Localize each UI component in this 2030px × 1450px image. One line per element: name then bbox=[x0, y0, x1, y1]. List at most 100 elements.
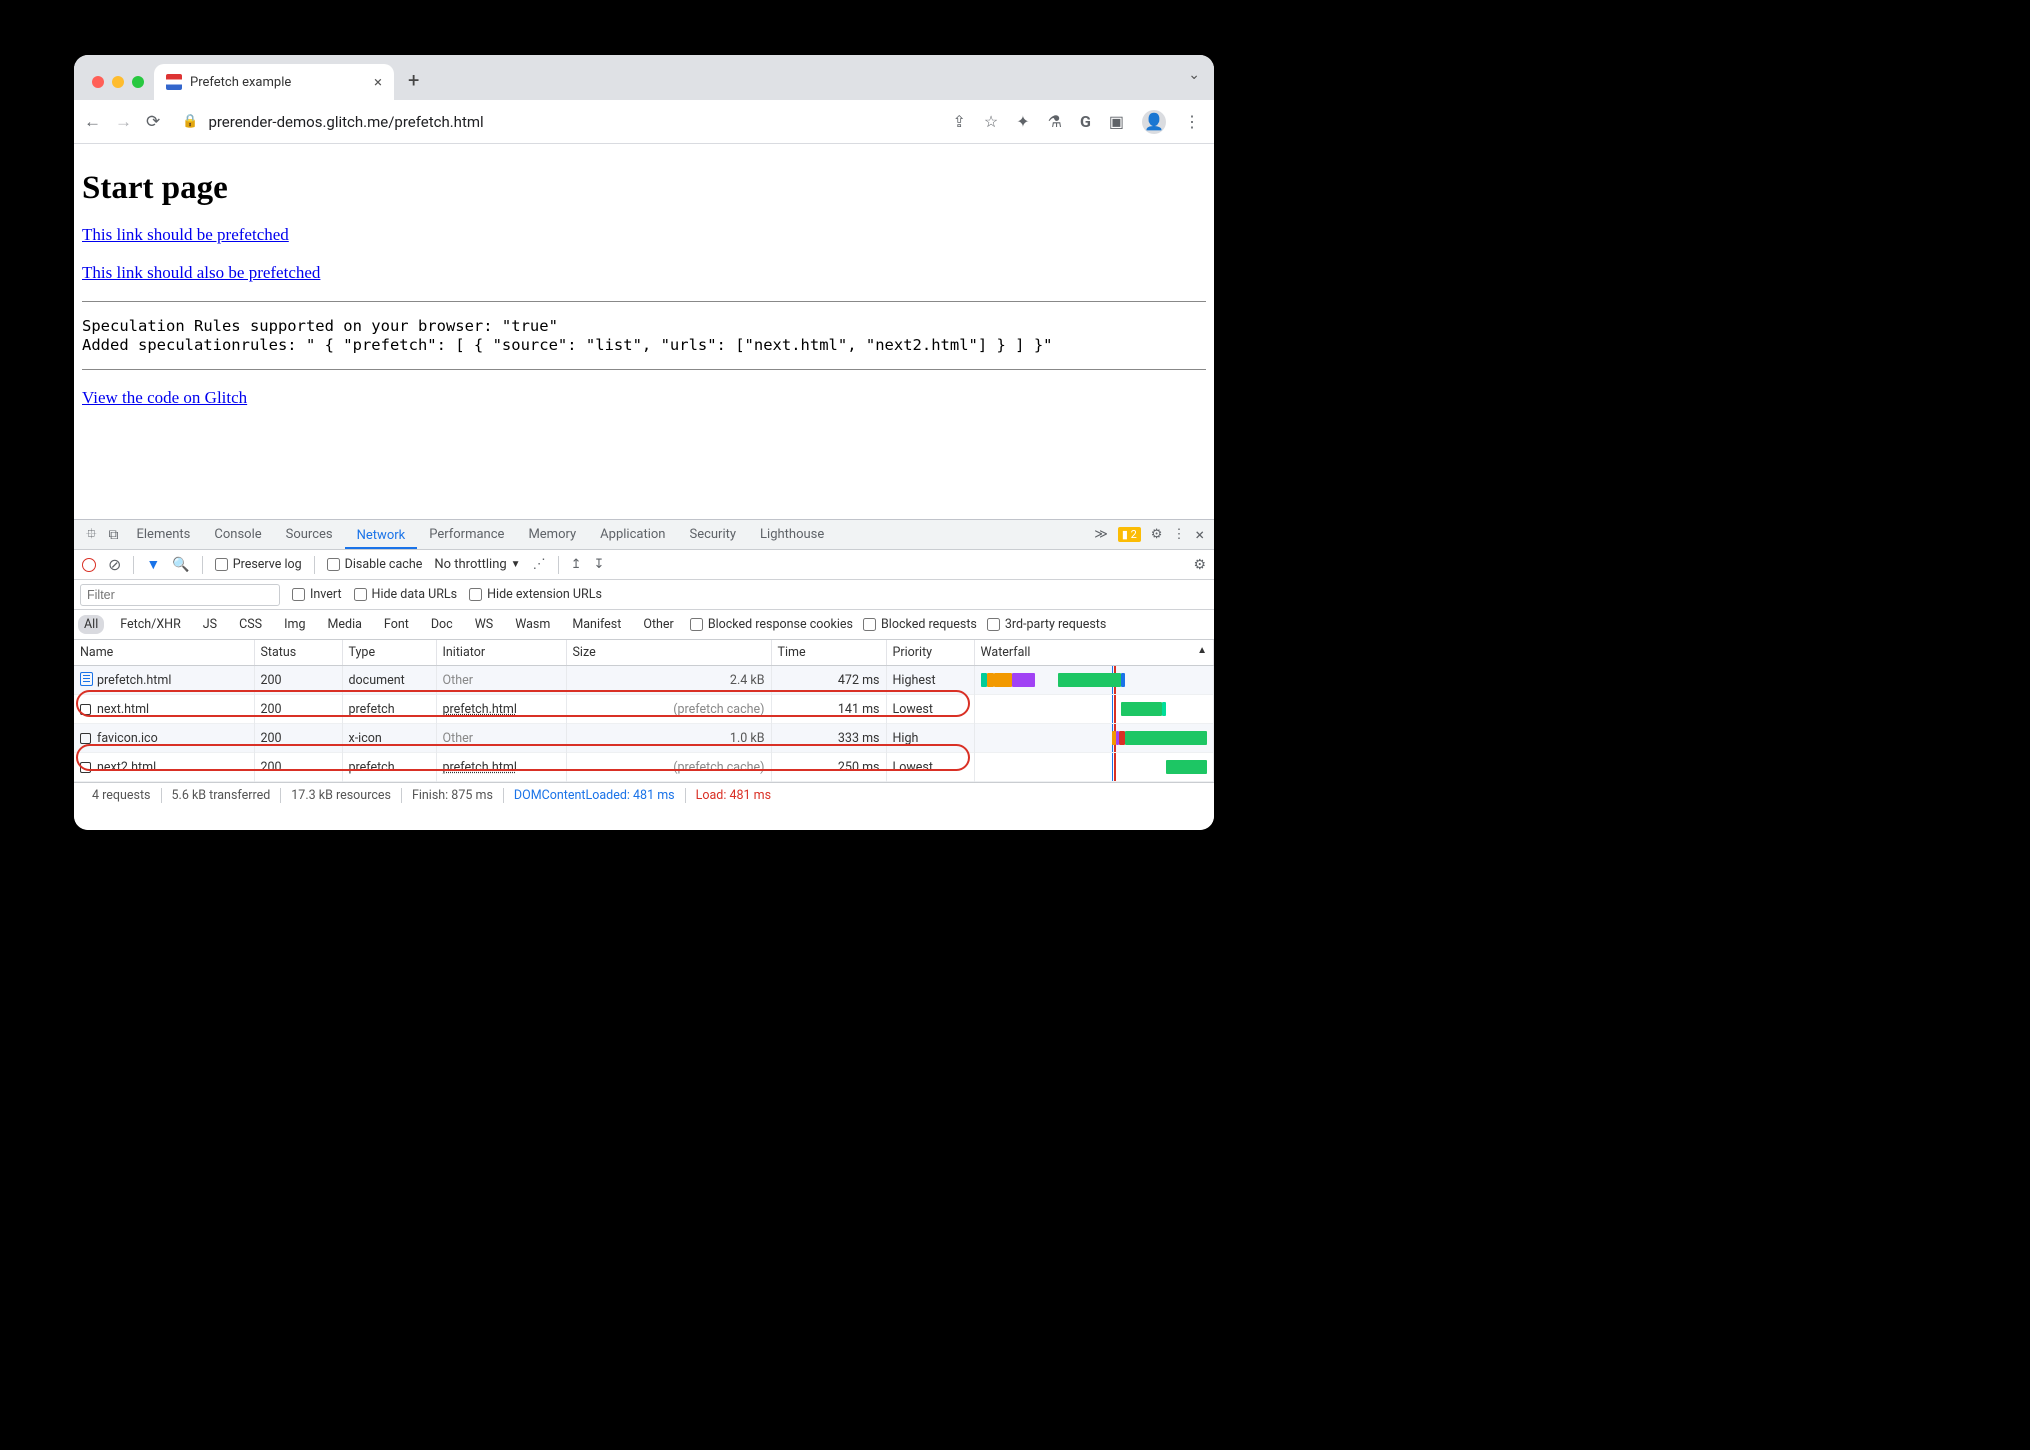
network-status-bar: 4 requests 5.6 kB transferred 17.3 kB re… bbox=[74, 782, 1214, 808]
table-row[interactable]: next2.html200prefetchprefetch.html(prefe… bbox=[74, 753, 1214, 782]
reload-button[interactable]: ⟳ bbox=[146, 112, 160, 132]
resource-type-filters: All Fetch/XHR JS CSS Img Media Font Doc … bbox=[74, 610, 1214, 640]
profile-avatar[interactable]: 👤 bbox=[1142, 110, 1166, 134]
hide-ext-urls-checkbox[interactable]: Hide extension URLs bbox=[469, 587, 602, 602]
sidepanel-icon[interactable]: ▣ bbox=[1109, 112, 1124, 131]
google-icon[interactable]: G bbox=[1080, 112, 1091, 131]
type-other[interactable]: Other bbox=[637, 615, 679, 634]
col-size[interactable]: Size bbox=[566, 640, 771, 666]
table-row[interactable]: next.html200prefetchprefetch.html(prefet… bbox=[74, 695, 1214, 724]
divider bbox=[82, 369, 1206, 370]
close-devtools-icon[interactable]: × bbox=[1195, 525, 1204, 544]
type-wasm[interactable]: Wasm bbox=[509, 615, 556, 634]
waterfall-bar bbox=[981, 758, 1208, 776]
col-type[interactable]: Type bbox=[342, 640, 436, 666]
throttling-select[interactable]: No throttling ▼ bbox=[434, 557, 520, 572]
col-status[interactable]: Status bbox=[254, 640, 342, 666]
network-conditions-icon[interactable]: ⋰ bbox=[533, 557, 546, 572]
forward-button: → bbox=[115, 112, 132, 132]
close-tab-icon[interactable]: × bbox=[374, 73, 382, 91]
tab-console[interactable]: Console bbox=[202, 520, 273, 550]
prefetch-link-2[interactable]: This link should also be prefetched bbox=[82, 263, 320, 282]
devtools-panel: ⯐ ⧉ Elements Console Sources Network Per… bbox=[74, 519, 1214, 830]
network-table-wrap: Name Status Type Initiator Size Time Pri… bbox=[74, 640, 1214, 782]
blocked-requests-checkbox[interactable]: Blocked requests bbox=[863, 617, 977, 632]
status-load: Load: 481 ms bbox=[686, 788, 781, 803]
device-toggle-icon[interactable]: ⧉ bbox=[103, 527, 125, 543]
inspect-icon[interactable]: ⯐ bbox=[80, 523, 103, 547]
table-row[interactable]: favicon.ico200x-iconOther1.0 kB333 msHig… bbox=[74, 724, 1214, 753]
status-transferred: 5.6 kB transferred bbox=[162, 788, 282, 803]
col-initiator[interactable]: Initiator bbox=[436, 640, 566, 666]
type-doc[interactable]: Doc bbox=[425, 615, 459, 634]
col-priority[interactable]: Priority bbox=[886, 640, 974, 666]
address-bar[interactable]: 🔒 prerender-demos.glitch.me/prefetch.htm… bbox=[174, 113, 938, 131]
more-tabs-icon[interactable]: ≫ bbox=[1094, 527, 1108, 542]
speculation-rules-text: Added speculationrules: " { "prefetch": … bbox=[82, 329, 1206, 362]
share-icon[interactable]: ⇪ bbox=[952, 112, 965, 131]
labs-icon[interactable]: ⚗ bbox=[1048, 112, 1062, 131]
type-img[interactable]: Img bbox=[278, 615, 311, 634]
type-fetchxhr[interactable]: Fetch/XHR bbox=[114, 615, 187, 634]
hide-data-urls-checkbox[interactable]: Hide data URLs bbox=[354, 587, 458, 602]
network-settings-icon[interactable]: ⚙ bbox=[1193, 557, 1206, 573]
devtools-menu-icon[interactable]: ⋮ bbox=[1172, 527, 1185, 542]
type-manifest[interactable]: Manifest bbox=[566, 615, 627, 634]
type-all[interactable]: All bbox=[78, 615, 104, 634]
table-row[interactable]: prefetch.html200documentOther2.4 kB472 m… bbox=[74, 666, 1214, 695]
disable-cache-checkbox[interactable]: Disable cache bbox=[327, 557, 423, 572]
col-name[interactable]: Name bbox=[74, 640, 254, 666]
third-party-checkbox[interactable]: 3rd-party requests bbox=[987, 617, 1106, 632]
prefetch-link-1[interactable]: This link should be prefetched bbox=[82, 225, 289, 244]
type-css[interactable]: CSS bbox=[233, 615, 268, 634]
browser-window: Prefetch example × + ⌄ ← → ⟳ 🔒 prerender… bbox=[74, 55, 1214, 830]
status-requests: 4 requests bbox=[82, 788, 162, 803]
extensions-icon[interactable]: ✦ bbox=[1016, 112, 1029, 131]
warnings-badge[interactable]: ▮ 2 bbox=[1118, 527, 1141, 542]
import-har-icon[interactable]: ↥ bbox=[571, 557, 582, 572]
table-header-row: Name Status Type Initiator Size Time Pri… bbox=[74, 640, 1214, 666]
export-har-icon[interactable]: ↧ bbox=[593, 557, 604, 572]
network-requests-table: Name Status Type Initiator Size Time Pri… bbox=[74, 640, 1214, 782]
preserve-log-checkbox[interactable]: Preserve log bbox=[215, 557, 302, 572]
type-media[interactable]: Media bbox=[321, 615, 367, 634]
tabs-dropdown-icon[interactable]: ⌄ bbox=[1188, 67, 1200, 83]
browser-tab-active[interactable]: Prefetch example × bbox=[154, 64, 394, 100]
waterfall-bar bbox=[981, 700, 1208, 718]
tab-performance[interactable]: Performance bbox=[417, 520, 516, 550]
fullscreen-window-button[interactable] bbox=[132, 76, 144, 88]
close-window-button[interactable] bbox=[92, 76, 104, 88]
glitch-link[interactable]: View the code on Glitch bbox=[82, 388, 247, 407]
tab-memory[interactable]: Memory bbox=[516, 520, 588, 550]
file-icon bbox=[80, 762, 91, 773]
tab-sources[interactable]: Sources bbox=[274, 520, 345, 550]
col-waterfall[interactable]: Waterfall ▲ bbox=[974, 640, 1214, 666]
invert-checkbox[interactable]: Invert bbox=[292, 587, 342, 602]
type-font[interactable]: Font bbox=[378, 615, 415, 634]
blocked-cookies-checkbox[interactable]: Blocked response cookies bbox=[690, 617, 853, 632]
type-ws[interactable]: WS bbox=[469, 615, 500, 634]
col-time[interactable]: Time bbox=[771, 640, 886, 666]
filter-input[interactable] bbox=[80, 584, 280, 606]
new-tab-button[interactable]: + bbox=[394, 68, 433, 100]
bookmark-icon[interactable]: ☆ bbox=[984, 112, 998, 131]
type-js[interactable]: JS bbox=[197, 615, 223, 634]
back-button[interactable]: ← bbox=[84, 112, 101, 132]
file-icon bbox=[80, 733, 91, 744]
network-controls: ⊘ ▼ 🔍 Preserve log Disable cache No thro… bbox=[74, 550, 1214, 580]
clear-button[interactable]: ⊘ bbox=[108, 555, 121, 574]
tab-network[interactable]: Network bbox=[345, 521, 418, 549]
menu-icon[interactable]: ⋮ bbox=[1184, 112, 1200, 131]
record-button[interactable] bbox=[82, 558, 96, 572]
search-icon[interactable]: 🔍 bbox=[172, 557, 189, 573]
window-controls bbox=[82, 76, 154, 100]
tab-application[interactable]: Application bbox=[588, 520, 677, 550]
settings-icon[interactable]: ⚙ bbox=[1151, 527, 1163, 542]
minimize-window-button[interactable] bbox=[112, 76, 124, 88]
tab-lighthouse[interactable]: Lighthouse bbox=[748, 520, 836, 550]
filter-toggle-icon[interactable]: ▼ bbox=[146, 556, 160, 573]
browser-toolbar: ← → ⟳ 🔒 prerender-demos.glitch.me/prefet… bbox=[74, 100, 1214, 144]
tab-security[interactable]: Security bbox=[677, 520, 748, 550]
favicon-icon bbox=[166, 74, 182, 90]
tab-elements[interactable]: Elements bbox=[125, 520, 203, 550]
